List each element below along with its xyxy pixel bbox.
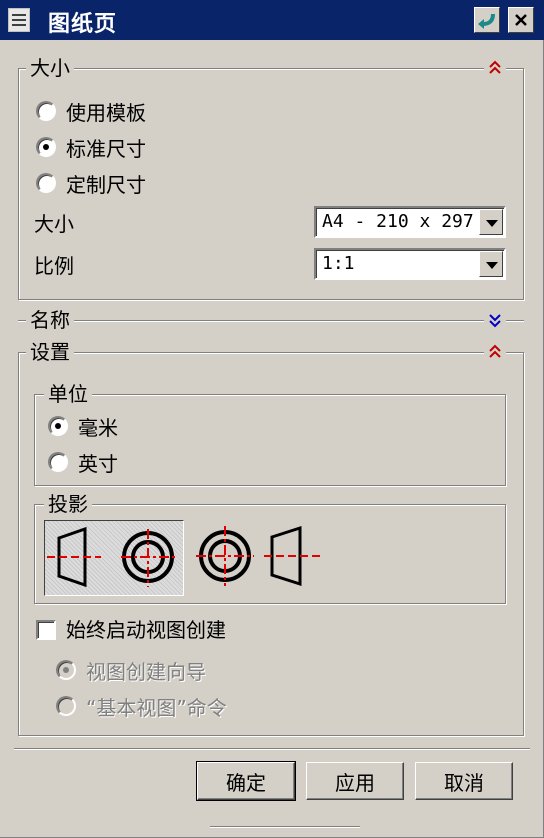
view-option-base-view: “基本视图”命令: [56, 692, 227, 720]
chevron-up-icon: [489, 60, 501, 74]
custom-label: 定制尺寸: [66, 172, 146, 197]
size-dropdown-arrow-icon[interactable]: [479, 209, 503, 235]
footer-separator: [14, 748, 530, 750]
size-select-value: A4 - 210 x 297: [322, 211, 474, 232]
size-option-standard[interactable]: 标准尺寸: [36, 133, 146, 161]
view-option-wizard: 视图创建向导: [56, 656, 206, 684]
base-view-label: “基本视图”命令: [86, 695, 227, 720]
scale-label: 比例: [34, 254, 74, 278]
chevron-down-icon: [489, 314, 501, 328]
mm-label: 毫米: [78, 415, 118, 440]
always-start-view-creation-label[interactable]: 始终启动视图创建: [66, 616, 226, 644]
name-section-title[interactable]: 名称: [26, 308, 74, 332]
window-menu-icon[interactable]: [8, 8, 30, 32]
unit-option-mm[interactable]: 毫米: [48, 412, 118, 440]
size-option-custom[interactable]: 定制尺寸: [36, 169, 146, 197]
close-button[interactable]: [508, 7, 534, 33]
inch-radio[interactable]: [48, 452, 68, 472]
size-select[interactable]: A4 - 210 x 297: [314, 206, 506, 238]
reset-button[interactable]: [474, 7, 500, 33]
base-view-radio: [56, 696, 76, 716]
template-label: 使用模板: [66, 100, 146, 125]
wizard-label: 视图创建向导: [86, 659, 206, 684]
window-title: 图纸页: [48, 12, 118, 37]
unit-option-inch[interactable]: 英寸: [48, 448, 118, 476]
close-icon: [515, 14, 527, 26]
scale-select-value: 1:1: [322, 253, 355, 274]
size-option-template[interactable]: 使用模板: [36, 97, 146, 125]
chevron-up-icon: [489, 344, 501, 358]
expand-name-button[interactable]: [484, 310, 506, 332]
title-bar: 图纸页: [0, 0, 544, 40]
drawing-sheet-dialog: 图纸页 大小 使用模板 标准尺寸 定制尺寸 大小 A4 - 210 x 297 …: [0, 0, 544, 838]
size-label: 大小: [34, 212, 74, 236]
scale-select[interactable]: 1:1: [314, 248, 506, 280]
third-angle-projection-icon: [47, 526, 175, 588]
template-radio[interactable]: [36, 101, 56, 121]
units-group-title: 单位: [44, 382, 92, 406]
first-angle-projection-button[interactable]: [188, 520, 328, 596]
resize-grip[interactable]: [210, 826, 360, 828]
always-start-view-creation-checkbox[interactable]: [36, 620, 56, 640]
ok-button[interactable]: 确定: [196, 761, 296, 801]
standard-label: 标准尺寸: [66, 136, 146, 161]
mm-radio[interactable]: [48, 416, 68, 436]
scale-dropdown-arrow-icon[interactable]: [479, 251, 503, 277]
third-angle-projection-button[interactable]: [44, 520, 184, 596]
collapse-size-button[interactable]: [484, 58, 506, 80]
cancel-button[interactable]: 取消: [415, 762, 513, 800]
reset-icon: [478, 13, 495, 29]
apply-button[interactable]: 应用: [306, 762, 404, 800]
inch-label: 英寸: [78, 451, 118, 476]
projection-group-title: 投影: [44, 492, 92, 516]
settings-section-title[interactable]: 设置: [26, 340, 74, 364]
first-angle-projection-icon: [196, 525, 324, 587]
size-section-title[interactable]: 大小: [26, 56, 74, 80]
wizard-radio: [56, 660, 76, 680]
collapse-settings-button[interactable]: [484, 342, 506, 364]
name-section-line: [18, 320, 524, 322]
custom-radio[interactable]: [36, 173, 56, 193]
standard-radio[interactable]: [36, 137, 56, 157]
